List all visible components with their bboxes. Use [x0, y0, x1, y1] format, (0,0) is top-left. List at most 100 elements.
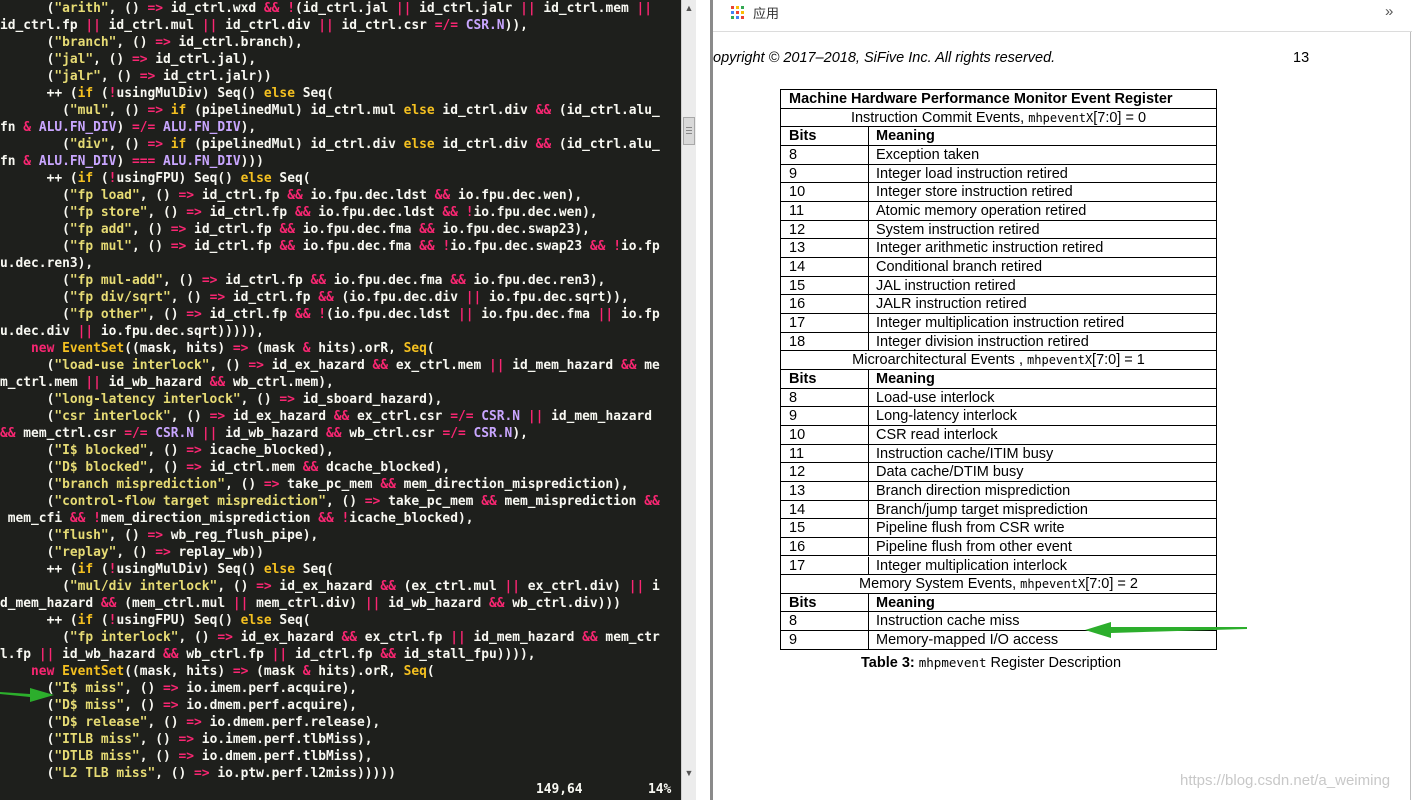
bits-cell: 15: [789, 277, 806, 294]
apps-bookmark[interactable]: 应用: [753, 6, 779, 22]
bits-cell: 8: [789, 146, 798, 163]
code-line: ("fp store", () => id_ctrl.fp && io.fpu.…: [0, 205, 598, 220]
code-line: ++ (if (!usingFPU) Seq() else Seq(: [0, 613, 311, 628]
code-line: ("branch misprediction", () => take_pc_m…: [0, 477, 629, 492]
meaning-cell: Instruction cache/ITIM busy: [876, 445, 1054, 462]
code-line: ("replay", () => replay_wb)): [0, 545, 264, 560]
meaning-header: Meaning: [876, 370, 935, 387]
scrollbar-thumb[interactable]: [683, 117, 695, 145]
event-register-table: Machine Hardware Performance Monitor Eve…: [780, 89, 1217, 650]
meaning-cell: Integer division instruction retired: [876, 333, 1089, 350]
meaning-cell: Conditional branch retired: [876, 258, 1043, 275]
meaning-cell: JALR instruction retired: [876, 296, 1027, 313]
code-line: ("fp load", () => id_ctrl.fp && io.fpu.d…: [0, 188, 583, 203]
more-bookmarks-icon[interactable]: »: [1385, 3, 1393, 21]
code-line: ("fp add", () => id_ctrl.fp && io.fpu.de…: [0, 222, 590, 237]
bits-cell: 12: [789, 464, 806, 481]
caption-label: Table 3:: [861, 655, 915, 671]
code-line: ("fp mul", () => id_ctrl.fp && io.fpu.de…: [0, 239, 660, 254]
bits-cell: 11: [789, 445, 805, 462]
code-line: ("arith", () => id_ctrl.wxd && !(id_ctrl…: [0, 1, 653, 16]
table-row: 15 Pipeline flush from CSR write: [781, 519, 1216, 538]
scroll-down-icon[interactable]: ▼: [684, 768, 694, 778]
code-line: new EventSet((mask, hits) => (mask & hit…: [31, 341, 435, 356]
meaning-cell: Integer store instruction retired: [876, 184, 1073, 201]
table-title: Machine Hardware Performance Monitor Eve…: [789, 91, 1173, 107]
code-line: ("fp mul-add", () => id_ctrl.fp && io.fp…: [0, 273, 606, 288]
bits-cell: 9: [789, 408, 798, 425]
table-row: 16 JALR instruction retired: [781, 295, 1216, 314]
meaning-cell: Load-use interlock: [876, 389, 995, 406]
editor-scrollbar[interactable]: ▲ ▼: [681, 0, 696, 800]
code-editor[interactable]: ("arith", () => id_ctrl.wxd && !(id_ctrl…: [0, 0, 681, 800]
table-row: 18 Integer division instruction retired: [781, 332, 1216, 352]
table-row: 9 Long-latency interlock: [781, 407, 1216, 426]
table-row: 14 Conditional branch retired: [781, 257, 1216, 277]
caption-text: Register Description: [986, 655, 1122, 671]
code-line: u.dec.div || io.fpu.dec.sqrt))))),: [0, 324, 264, 339]
bits-cell: 16: [789, 296, 806, 313]
group-title: Memory System Events, mhpeventX[7:0] = 2: [859, 576, 1138, 593]
bits-cell: 13: [789, 240, 806, 257]
scroll-up-icon[interactable]: ▲: [684, 3, 694, 13]
bits-cell: 15: [789, 520, 806, 537]
table-row: 11 Instruction cache/ITIM busy: [781, 444, 1216, 464]
code-line: ("jalr", () => id_ctrl.jalr)): [0, 69, 272, 84]
code-line: ("DTLB miss", () => io.dmem.perf.tlbMiss…: [0, 749, 373, 764]
meaning-header: Meaning: [876, 594, 935, 611]
code-line: && mem_ctrl.csr =/= CSR.N || id_wb_hazar…: [0, 426, 528, 441]
code-line: ("mul", () => if (pipelinedMul) id_ctrl.…: [0, 103, 660, 118]
code-line: id_ctrl.fp || id_ctrl.mul || id_ctrl.div…: [0, 18, 528, 33]
group-header-row: Instruction Commit Events, mhpeventX[7:0…: [781, 109, 1216, 128]
meaning-cell: Pipeline flush from CSR write: [876, 520, 1065, 537]
caption-code: mhpmevent: [918, 655, 987, 670]
bits-cell: 8: [789, 613, 798, 630]
code-line: ("csr interlock", () => id_ex_hazard && …: [0, 409, 653, 424]
table-row: 15 JAL instruction retired: [781, 276, 1216, 296]
meaning-cell: Pipeline flush from other event: [876, 538, 1072, 555]
column-header-row: Bits Meaning: [781, 127, 1216, 146]
code-line: d_mem_hazard && (mem_ctrl.mul || mem_ctr…: [0, 596, 621, 611]
scroll-percent: 14%: [648, 782, 672, 797]
meaning-cell: Branch/jump target misprediction: [876, 501, 1088, 518]
group-header-row: Memory System Events, mhpeventX[7:0] = 2: [781, 575, 1216, 594]
pdf-viewer: 应用 » opyright © 2017–2018, SiFive Inc. A…: [713, 0, 1412, 800]
bits-cell: 17: [789, 314, 806, 331]
meaning-cell: Branch direction misprediction: [876, 482, 1071, 499]
bits-cell: 18: [789, 333, 806, 350]
meaning-cell: Integer multiplication interlock: [876, 557, 1068, 574]
code-line: ("D$ release", () => io.dmem.perf.releas…: [0, 715, 381, 730]
meaning-cell: Data cache/DTIM busy: [876, 464, 1024, 481]
meaning-cell: Instruction cache miss: [876, 613, 1020, 630]
bits-header: Bits: [789, 370, 817, 387]
bookmark-bar: 应用 »: [713, 0, 1412, 28]
bits-cell: 9: [789, 165, 798, 182]
bits-cell: 14: [789, 501, 806, 518]
code-line: m_ctrl.mem || id_wb_hazard && wb_ctrl.me…: [0, 375, 334, 390]
table-row: 17 Integer multiplication instruction ret…: [781, 313, 1216, 333]
code-line: u.dec.ren3),: [0, 256, 94, 271]
apps-grid-icon[interactable]: [731, 6, 746, 21]
code-line: ("D$ blocked", () => id_ctrl.mem && dcac…: [0, 460, 451, 475]
code-line: l.fp || id_wb_hazard && wb_ctrl.fp || id…: [0, 647, 536, 662]
bits-cell: 16: [789, 538, 806, 555]
table-row: 12 Data cache/DTIM busy: [781, 463, 1216, 482]
annotation-arrow-icon: [0, 688, 54, 702]
code-line: ("jal", () => id_ctrl.jal),: [0, 52, 257, 67]
meaning-cell: Memory-mapped I/O access: [876, 632, 1059, 649]
code-line: fn & ALU.FN_DIV) === ALU.FN_DIV))): [0, 154, 264, 169]
bits-cell: 13: [789, 482, 806, 499]
code-line: ("fp interlock", () => id_ex_hazard && e…: [0, 630, 660, 645]
group-title: Instruction Commit Events, mhpeventX[7:0…: [850, 109, 1147, 126]
code-line: ("I$ blocked", () => icache_blocked),: [0, 443, 334, 458]
bits-cell: 12: [789, 221, 806, 238]
code-line: ("L2 TLB miss", () => io.ptw.perf.l2miss…: [0, 766, 396, 781]
cursor-position: 149,64: [536, 782, 583, 797]
group-header-row: Microarchitectural Events , mhpeventX[7:…: [781, 351, 1216, 370]
code-line: ("branch", () => id_ctrl.branch),: [0, 35, 303, 50]
meaning-cell: Integer multiplication instruction retir…: [876, 314, 1125, 331]
column-header-row: Bits Meaning: [781, 593, 1216, 613]
code-line: ("div", () => if (pipelinedMul) id_ctrl.…: [0, 137, 660, 152]
meaning-header: Meaning: [876, 128, 935, 145]
code-line: new EventSet((mask, hits) => (mask & hit…: [31, 664, 435, 679]
